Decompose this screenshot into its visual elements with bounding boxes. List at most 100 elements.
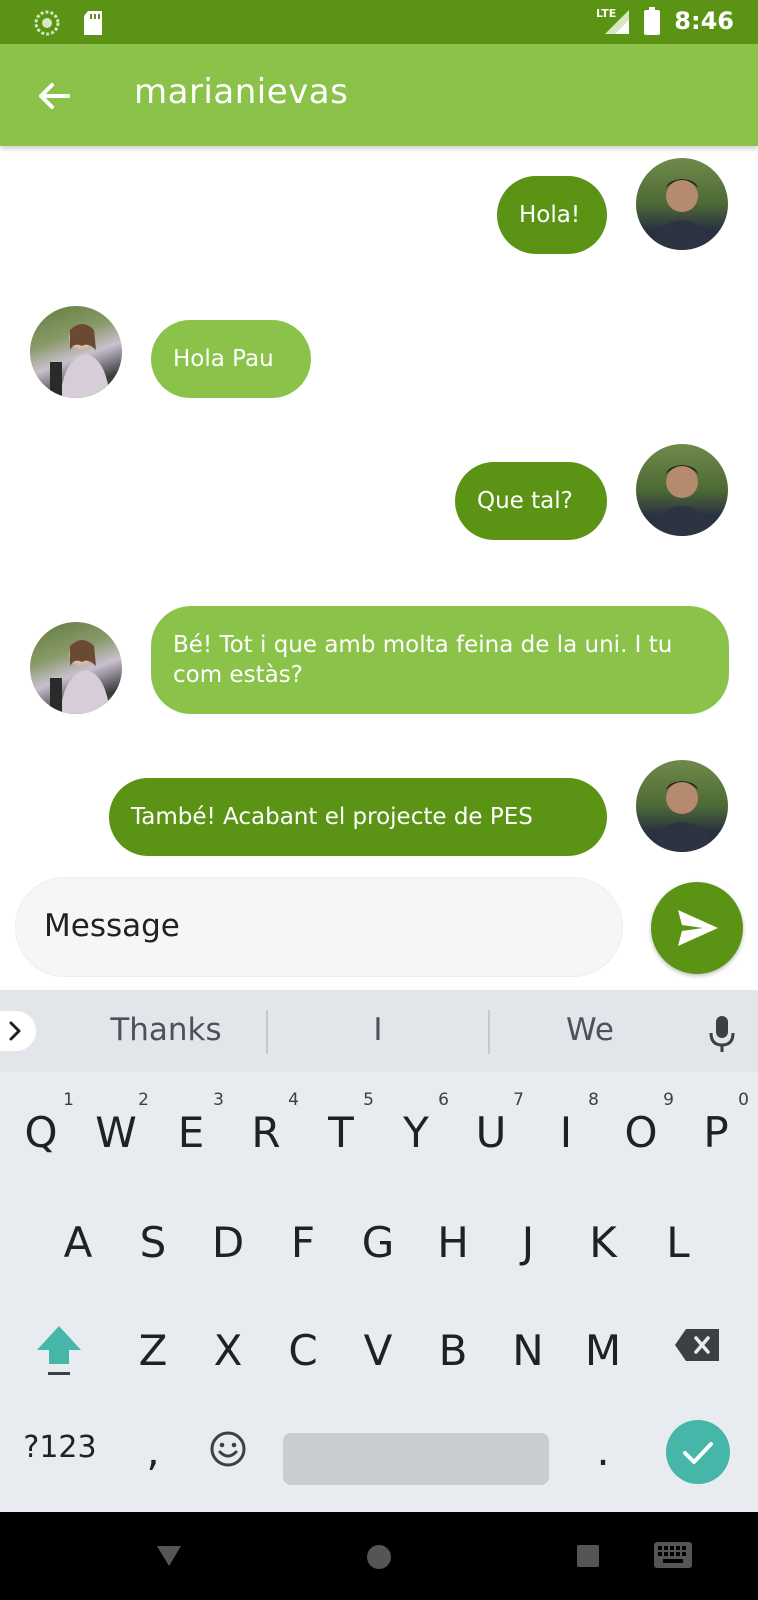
expand-toolbar-button[interactable] bbox=[0, 1011, 36, 1051]
emoji-icon[interactable] bbox=[209, 1430, 247, 1468]
key-b[interactable]: B bbox=[416, 1304, 490, 1392]
message-input-placeholder: Message bbox=[44, 908, 180, 944]
key-p[interactable]: P0 bbox=[679, 1086, 753, 1174]
key-q[interactable]: Q1 bbox=[4, 1086, 78, 1174]
space-bar[interactable] bbox=[283, 1433, 549, 1485]
suggestion-strip: Thanks I We bbox=[0, 990, 758, 1072]
key-comma[interactable]: , bbox=[116, 1412, 190, 1500]
key-e[interactable]: E3 bbox=[154, 1086, 228, 1174]
key-i[interactable]: I8 bbox=[529, 1086, 603, 1174]
key-f[interactable]: F bbox=[266, 1196, 340, 1284]
avatar-self bbox=[636, 158, 728, 250]
message-list: Hola! Hola Pau Que tal? Bé! Tot i que am… bbox=[0, 146, 758, 866]
enter-key[interactable] bbox=[666, 1420, 730, 1484]
checkmark-icon bbox=[683, 1442, 713, 1464]
key-hint: 7 bbox=[513, 1090, 524, 1110]
key-w[interactable]: W2 bbox=[79, 1086, 153, 1174]
suggestion-item[interactable]: Thanks bbox=[66, 1012, 266, 1048]
symbols-key[interactable]: ?123 bbox=[18, 1412, 102, 1500]
key-label: P bbox=[703, 1108, 729, 1157]
key-label: O bbox=[624, 1108, 658, 1157]
suggestion-item[interactable]: We bbox=[490, 1012, 690, 1048]
key-label: H bbox=[437, 1218, 469, 1267]
shift-key[interactable] bbox=[34, 1324, 84, 1378]
back-arrow-icon[interactable] bbox=[34, 76, 74, 116]
key-label: Z bbox=[138, 1326, 168, 1375]
key-label: B bbox=[438, 1326, 468, 1375]
key-t[interactable]: T5 bbox=[304, 1086, 378, 1174]
recents-square-icon[interactable] bbox=[577, 1545, 599, 1567]
key-label: , bbox=[146, 1426, 160, 1475]
avatar-self bbox=[636, 444, 728, 536]
clock: 8:46 bbox=[674, 7, 734, 35]
message-input[interactable]: Message bbox=[16, 878, 622, 976]
key-n[interactable]: N bbox=[491, 1304, 565, 1392]
key-label: Q bbox=[24, 1108, 58, 1157]
microphone-icon[interactable] bbox=[706, 1014, 738, 1054]
key-label: M bbox=[584, 1326, 622, 1375]
key-label: N bbox=[512, 1326, 544, 1375]
key-a[interactable]: A bbox=[41, 1196, 115, 1284]
send-icon bbox=[678, 910, 718, 946]
chevron-right-icon bbox=[9, 1021, 21, 1041]
key-y[interactable]: Y6 bbox=[379, 1086, 453, 1174]
key-r[interactable]: R4 bbox=[229, 1086, 303, 1174]
sync-icon bbox=[34, 10, 60, 36]
home-circle-icon[interactable] bbox=[366, 1544, 392, 1570]
key-hint: 0 bbox=[738, 1090, 749, 1110]
key-hint: 5 bbox=[363, 1090, 374, 1110]
key-hint: 3 bbox=[213, 1090, 224, 1110]
battery-icon bbox=[644, 7, 661, 35]
key-hint: 9 bbox=[663, 1090, 674, 1110]
key-d[interactable]: D bbox=[191, 1196, 265, 1284]
key-x[interactable]: X bbox=[191, 1304, 265, 1392]
message-bubble-sent[interactable]: Hola! bbox=[497, 176, 607, 254]
key-label: Y bbox=[403, 1108, 429, 1157]
key-z[interactable]: Z bbox=[116, 1304, 190, 1392]
key-label: J bbox=[521, 1218, 535, 1267]
key-l[interactable]: L bbox=[641, 1196, 715, 1284]
key-o[interactable]: O9 bbox=[604, 1086, 678, 1174]
message-bubble-received[interactable]: Hola Pau bbox=[151, 320, 311, 398]
key-hint: 6 bbox=[438, 1090, 449, 1110]
suggestion-item[interactable]: I bbox=[268, 1012, 488, 1048]
backspace-key[interactable] bbox=[674, 1328, 720, 1362]
key-label: L bbox=[666, 1218, 690, 1267]
key-k[interactable]: K bbox=[566, 1196, 640, 1284]
key-u[interactable]: U7 bbox=[454, 1086, 528, 1174]
key-hint: 4 bbox=[288, 1090, 299, 1110]
key-label: F bbox=[290, 1218, 316, 1267]
key-label: ?123 bbox=[23, 1430, 97, 1465]
key-label: S bbox=[139, 1218, 167, 1267]
key-label: C bbox=[288, 1326, 318, 1375]
key-hint: 2 bbox=[138, 1090, 149, 1110]
key-period[interactable]: . bbox=[566, 1412, 640, 1500]
key-j[interactable]: J bbox=[491, 1196, 565, 1284]
key-label: U bbox=[475, 1108, 507, 1157]
send-button[interactable] bbox=[651, 882, 743, 974]
key-label: D bbox=[211, 1218, 245, 1267]
key-g[interactable]: G bbox=[341, 1196, 415, 1284]
network-label: LTE bbox=[596, 7, 616, 20]
key-label: E bbox=[177, 1108, 205, 1157]
message-bubble-sent[interactable]: També! Acabant el projecte de PES bbox=[109, 778, 607, 856]
key-m[interactable]: M bbox=[566, 1304, 640, 1392]
key-label: G bbox=[361, 1218, 395, 1267]
key-label: A bbox=[63, 1218, 93, 1267]
message-bubble-sent[interactable]: Que tal? bbox=[455, 462, 607, 540]
key-label: . bbox=[596, 1426, 610, 1475]
key-label: X bbox=[213, 1326, 243, 1375]
key-label: R bbox=[251, 1108, 281, 1157]
key-s[interactable]: S bbox=[116, 1196, 190, 1284]
keyboard-switch-icon[interactable] bbox=[654, 1542, 692, 1570]
sd-card-icon bbox=[84, 11, 102, 35]
message-bubble-received[interactable]: Bé! Tot i que amb molta feina de la uni.… bbox=[151, 606, 729, 714]
key-label: K bbox=[589, 1218, 617, 1267]
key-label: T bbox=[328, 1108, 354, 1157]
key-v[interactable]: V bbox=[341, 1304, 415, 1392]
back-triangle-icon[interactable] bbox=[156, 1544, 182, 1568]
key-c[interactable]: C bbox=[266, 1304, 340, 1392]
chat-title: marianievas bbox=[134, 72, 349, 112]
key-h[interactable]: H bbox=[416, 1196, 490, 1284]
avatar-contact bbox=[30, 306, 122, 398]
